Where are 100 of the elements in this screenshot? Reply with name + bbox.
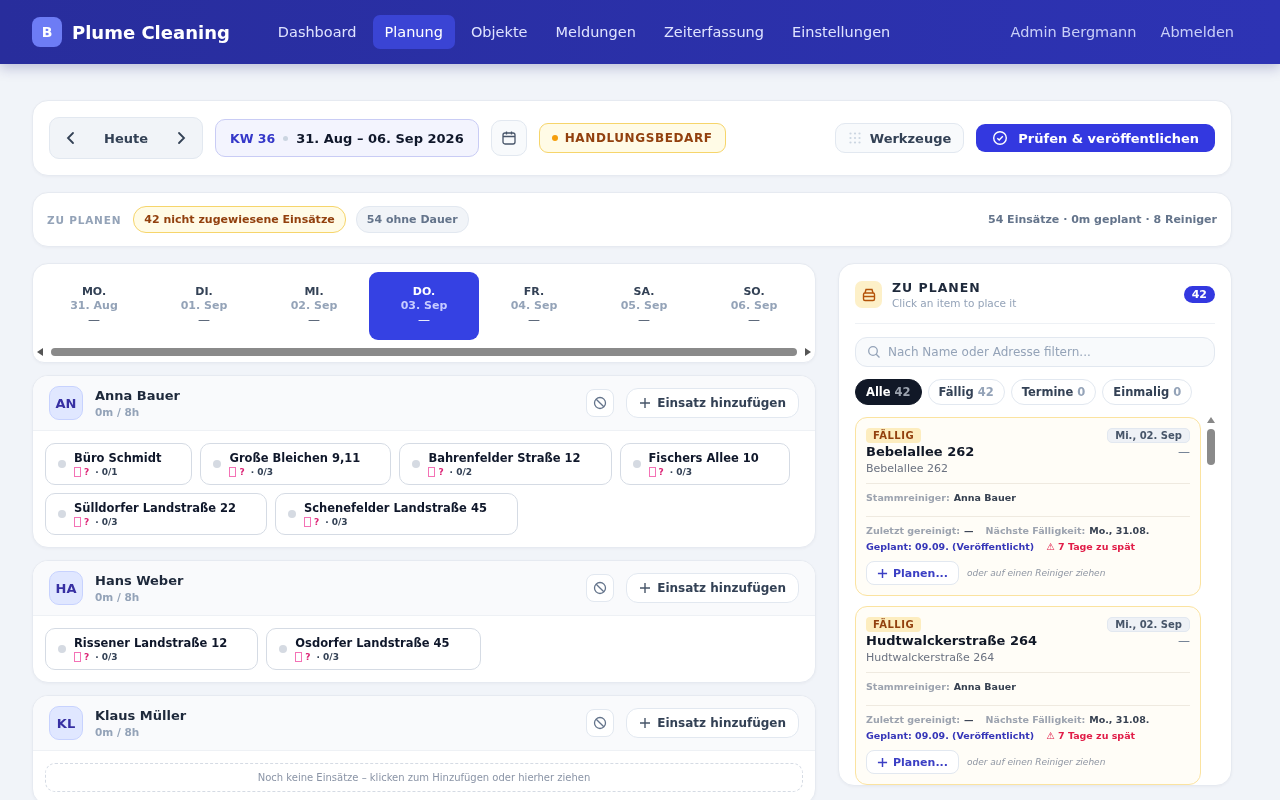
nav-tab[interactable]: Meldungen xyxy=(543,15,648,49)
scrollbar-thumb[interactable] xyxy=(51,348,797,356)
plus-icon xyxy=(877,756,888,768)
today-button[interactable]: Heute xyxy=(86,130,166,146)
queue-item-card[interactable] xyxy=(855,606,1201,785)
planned-text: Geplant: 09.09. (Veröffentlicht) xyxy=(866,730,1035,741)
late-warning: ⚠ 7 Tage zu spät xyxy=(1046,541,1136,552)
duration-text: — xyxy=(1178,633,1190,648)
nav-tab[interactable]: Zeiterfassung xyxy=(651,15,776,49)
status-badge: HANDLUNGSBEDARF xyxy=(538,123,726,153)
field-value: Mo., 31.08. xyxy=(1089,525,1150,536)
nav-tab[interactable]: Objekte xyxy=(458,15,540,49)
unavailable-button[interactable] xyxy=(586,709,615,737)
day-tab[interactable]: SO. 06. Sep — xyxy=(699,272,809,340)
plus-icon xyxy=(639,582,652,594)
search-icon xyxy=(867,345,881,359)
hours-text: 0m / 8h xyxy=(95,726,141,738)
placeholder-glyph-icon xyxy=(74,652,81,662)
assignment-chip[interactable]: Große Bleichen 9,11 ? · 0/3 xyxy=(200,443,392,485)
late-warning: ⚠ 7 Tage zu spät xyxy=(1046,730,1136,741)
dot-icon xyxy=(58,510,66,518)
plus-icon xyxy=(639,717,652,729)
summary-stats: 54 Einsätze · 0m geplant · 8 Reiniger xyxy=(988,213,1217,226)
unassigned-badge[interactable]: 42 nicht zugewiesene Einsätze xyxy=(133,206,346,233)
unavailable-button[interactable] xyxy=(586,389,615,417)
scroll-right-icon[interactable] xyxy=(805,348,811,356)
plus-icon xyxy=(877,567,888,579)
day-tab[interactable]: SA. 05. Sep — xyxy=(589,272,699,340)
logout-link[interactable]: Abmelden xyxy=(1160,24,1234,40)
scroll-up-icon[interactable] xyxy=(1207,417,1215,423)
date-range: 31. Aug – 06. Sep 2026 xyxy=(296,130,464,146)
add-assignment-button[interactable]: Einsatz hinzufügen xyxy=(626,573,799,603)
scrollbar-thumb[interactable] xyxy=(1207,429,1215,465)
assignment-chip[interactable]: Sülldorfer Landstraße 22 ? · 0/3 xyxy=(45,493,267,535)
filter-tab[interactable]: Termine 0 xyxy=(1010,379,1097,405)
nav-tab[interactable]: Einstellungen xyxy=(780,15,903,49)
search-field[interactable]: Nach Name oder Adresse filtern... xyxy=(855,337,1215,367)
field-label: Nächste Fälligkeit: xyxy=(985,714,1086,725)
item-title: Hudtwalckerstraße 264 xyxy=(866,633,1038,648)
prohibited-icon xyxy=(593,396,608,410)
placeholder-glyph-icon xyxy=(648,467,656,477)
field-label: Zuletzt gereinigt: xyxy=(866,525,961,536)
app-name: Plume Cleaning xyxy=(72,21,230,43)
status-tag: FÄLLIG xyxy=(866,617,922,632)
field-label: Stammreiniger: xyxy=(866,681,950,692)
dot-icon xyxy=(58,645,66,653)
filter-tab[interactable]: Einmalig 0 xyxy=(1102,379,1193,405)
assignment-chip[interactable]: Rissener Landstraße 12 ? · 0/3 xyxy=(45,628,259,670)
day-tab[interactable]: MI. 02. Sep — xyxy=(259,272,369,340)
day-tab[interactable]: DI. 01. Sep — xyxy=(149,272,259,340)
assignment-chip[interactable]: Fischers Allee 10 ? · 0/3 xyxy=(619,443,790,485)
tools-button[interactable]: Werkzeuge xyxy=(834,123,965,153)
day-tab[interactable]: MO. 31. Aug — xyxy=(39,272,149,340)
queue-item-card[interactable] xyxy=(855,417,1201,596)
day-tab[interactable]: DO. 03. Sep — xyxy=(369,272,479,340)
duration-text: — xyxy=(1178,444,1190,459)
placeholder-glyph-icon xyxy=(428,467,436,477)
user-link[interactable]: Admin Bergmann xyxy=(1010,24,1137,40)
calendar-button[interactable] xyxy=(490,120,527,156)
prohibited-icon xyxy=(593,581,608,595)
address-text: Hudtwalckerstraße 264 xyxy=(866,651,996,664)
assignment-chip[interactable]: Osdorfer Landstraße 45 ? · 0/3 xyxy=(266,628,481,670)
unavailable-button[interactable] xyxy=(586,574,615,602)
hours-text: 0m / 8h xyxy=(95,406,141,418)
plan-button[interactable]: Planen... xyxy=(866,561,959,585)
nav-tab[interactable]: Planung xyxy=(372,15,455,49)
logo-icon: B xyxy=(32,17,62,47)
placeholder-glyph-icon xyxy=(304,517,311,527)
plan-button[interactable]: Planen... xyxy=(866,750,959,774)
cleaner-name: Hans Weber xyxy=(95,573,184,588)
nav-tab[interactable]: Dashboard xyxy=(265,15,369,49)
assignment-chip[interactable]: Bahrenfelder Straße 12 ? · 0/2 xyxy=(399,443,612,485)
scroll-left-icon[interactable] xyxy=(37,348,43,356)
publish-button[interactable]: Prüfen & veröffentlichen xyxy=(976,124,1215,152)
add-assignment-button[interactable]: Einsatz hinzufügen xyxy=(626,388,799,418)
calendar-icon xyxy=(500,130,517,146)
dot-icon xyxy=(632,460,641,468)
dot-icon xyxy=(213,460,222,468)
add-assignment-button[interactable]: Einsatz hinzufügen xyxy=(626,708,799,738)
planned-text: Geplant: 09.09. (Veröffentlicht) xyxy=(866,541,1035,552)
filter-tab[interactable]: Fällig 42 xyxy=(927,379,1005,405)
address-text: Bebelallee 262 xyxy=(866,462,949,475)
item-title: Bebelallee 262 xyxy=(866,444,975,459)
prohibited-icon xyxy=(593,716,608,730)
day-tab[interactable]: FR. 04. Sep — xyxy=(479,272,589,340)
placeholder-glyph-icon xyxy=(74,517,81,527)
field-value: Mo., 31.08. xyxy=(1089,714,1150,725)
box-icon xyxy=(855,281,882,308)
assignment-chip[interactable]: Schenefelder Landstraße 45 ? · 0/3 xyxy=(275,493,518,535)
plus-icon xyxy=(639,397,652,409)
hint-text: oder auf einen Reiniger ziehen xyxy=(966,757,1106,767)
cleaner-name: Klaus Müller xyxy=(95,708,187,723)
filter-tab[interactable]: Alle 42 xyxy=(855,379,922,405)
placeholder-glyph-icon xyxy=(229,467,237,477)
grid-icon xyxy=(847,131,862,145)
hours-text: 0m / 8h xyxy=(95,591,141,603)
field-label: Zuletzt gereinigt: xyxy=(866,714,961,725)
dot-icon xyxy=(279,645,288,653)
assignment-chip[interactable]: Büro Schmidt ? · 0/1 xyxy=(45,443,193,485)
no-duration-badge[interactable]: 54 ohne Dauer xyxy=(355,206,469,233)
